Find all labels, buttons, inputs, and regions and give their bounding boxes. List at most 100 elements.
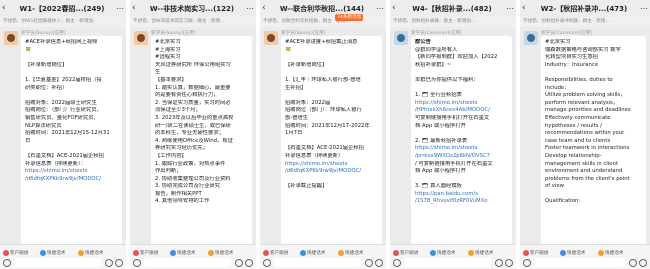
message-input[interactable] — [274, 258, 361, 267]
quick-reply-button[interactable]: 快捷话术 — [170, 248, 195, 257]
message-line: #ACE补录信息+秋招网上视频 — [25, 39, 98, 45]
voice-icon[interactable] — [133, 259, 141, 267]
chat-panel: ‹ W--联合利华秋招...(144) ⋯ 不想错、创联合利华秋招群、群主 · 新增.… — [260, 0, 386, 269]
message-bubble[interactable]: #北京实习 #上海实习 #远程实习 天风证券研究所 环保公用组实习生【基本要求】 1. … — [151, 36, 252, 245]
message-line: include： — [545, 84, 570, 91]
quick-action-label: 客户跟进 — [530, 250, 549, 256]
chat-panel: ‹ W4-【秋招补录...(482) ⋯ 不想错、创秋招补录群：群主 · 新增加...… — [390, 0, 516, 269]
customer-followup-button[interactable]: 客户跟进 — [133, 248, 158, 257]
message-line: 招聘岗位：（部门）行业研究员、 — [25, 107, 102, 114]
message-line: 档 App 或小程序打开 — [415, 122, 466, 129]
plus-icon[interactable] — [505, 259, 513, 267]
quick-reply-button-2[interactable]: 快捷话术 — [598, 248, 623, 257]
message-area[interactable]: 新学员(Sunny)[应用] #北京实习 #上海实习 #远程实习 天风证券研究所 环保公… — [130, 27, 256, 245]
message-line: 【补录新增岗位】 — [25, 61, 68, 68]
input-row — [260, 258, 386, 268]
message-area[interactable]: 新学员(Cameron)[应用] 群公告 @群同学@所有人 【新同学报到群】欢迎加入【… — [390, 27, 516, 245]
emoji-icon[interactable] — [235, 259, 243, 267]
more-options-icon[interactable]: ⋯ — [504, 4, 514, 13]
plus-icon[interactable] — [245, 259, 253, 267]
avatar[interactable] — [524, 31, 538, 45]
message-bubble[interactable]: #ACE补录进度+秋招截止消息 🍀 【补录新增岗位】 1.【汇丰｜环球私人银行部-… — [281, 36, 382, 245]
quick-reply-button-2[interactable]: 快捷话术 — [468, 248, 493, 257]
back-arrow-icon[interactable]: ‹ — [2, 4, 10, 13]
group-notice-bar[interactable]: 不想错、创秋招补录群：群主 · 新增加... — [390, 17, 516, 27]
group-notice-bar[interactable]: 不想错、创W1社招聊群体人：群主 · 新增加... — [0, 17, 126, 27]
quick-reply-button-2[interactable]: 快捷话术 — [208, 248, 233, 257]
quick-reply-button[interactable]: 快捷话术 — [560, 248, 585, 257]
message-line: 【石墨文档】ACE-2021届企秋招 — [25, 152, 104, 159]
message-line: 1. 🗂 全行业秋招表 — [415, 92, 462, 99]
avatar[interactable] — [134, 31, 148, 45]
quick-reply-button-2[interactable]: 快捷话术 — [78, 248, 103, 257]
message-input[interactable] — [534, 258, 625, 267]
message-line: 招聘对象：2022届硕士研究生 — [25, 99, 97, 106]
avatar[interactable] — [264, 31, 278, 45]
message-bubble[interactable]: 群公告 @群同学@所有人 【新同学报到群】欢迎加入【2022 秋招补录群】~ 本群已为… — [411, 36, 512, 245]
more-options-icon[interactable]: ⋯ — [114, 4, 124, 13]
more-options-icon[interactable]: ⋯ — [638, 4, 648, 13]
message-line — [545, 191, 642, 199]
message-bubble[interactable]: #北京实习 瑞森数据策略与咨询部实习 数字 化转型项目实习生急招 Industry：I… — [541, 36, 646, 245]
plus-icon[interactable] — [115, 259, 123, 267]
chat-title: W2-【秋招补录冲...(473) — [540, 4, 628, 13]
customer-icon — [393, 249, 399, 256]
message-area[interactable]: 新学员(Sunny)[应用] #ACE补录进度+秋招截止消息 🍀 【补录新增岗位】 … — [260, 27, 386, 245]
emoji-icon[interactable] — [365, 259, 373, 267]
message-input[interactable] — [404, 258, 491, 267]
bottom-toolbar: 客户跟进 快捷话术 快捷话术 — [260, 244, 386, 269]
quick-action-label: 快捷话术 — [567, 250, 586, 256]
customer-followup-button[interactable]: 客户跟进 — [3, 248, 28, 257]
message-line: 2. 当保证实习质量，实习时间必 — [155, 99, 231, 106]
group-notice-bar[interactable]: 不想错、创联合利华秋招群、群主 · 新增... — [260, 17, 386, 27]
quick-reply-button[interactable]: 快捷话术 — [430, 248, 455, 257]
message-area[interactable]: 新学员(Cameron)[应用] #北京实习 瑞森数据策略与咨询部实习 数字 化转型项… — [520, 27, 650, 245]
message-area[interactable]: 新学员(Sunny)[应用] #ACE补录信息+秋招网上视频 🍀 【补录新增岗位】 … — [0, 27, 126, 245]
bottom-toolbar: 客户跟进 快捷话术 快捷话术 — [390, 244, 516, 269]
back-arrow-icon[interactable]: ‹ — [262, 4, 270, 13]
plus-icon[interactable] — [639, 259, 647, 267]
message-line: 【工作内容】 — [155, 152, 187, 159]
more-options-icon[interactable]: ⋯ — [244, 4, 254, 13]
voice-icon[interactable] — [393, 259, 401, 267]
back-arrow-icon[interactable]: ‹ — [392, 4, 400, 13]
message-line: #北京实习 — [155, 39, 181, 45]
back-arrow-icon[interactable]: ‹ — [132, 4, 140, 13]
voice-icon[interactable] — [523, 259, 531, 267]
emoji-icon[interactable] — [629, 259, 637, 267]
message-line: management skills in client — [545, 160, 618, 167]
quick-action-label: 快捷话术 — [605, 250, 624, 256]
message-input[interactable] — [144, 258, 231, 267]
avatar[interactable] — [4, 31, 18, 45]
emoji-icon[interactable] — [105, 259, 113, 267]
quick-reply-button-2[interactable]: 快捷话术 — [338, 248, 363, 257]
quick-reply-button[interactable]: 快捷话术 — [40, 248, 65, 257]
customer-followup-button[interactable]: 客户跟进 — [523, 248, 548, 257]
back-arrow-icon[interactable]: ‹ — [522, 4, 530, 13]
plus-icon[interactable] — [375, 259, 383, 267]
chat-header: ‹ W2-【秋招补录冲...(473) ⋯ — [520, 0, 650, 17]
message-input[interactable] — [14, 258, 101, 267]
chat-panel: ‹ W2-【秋招补录冲...(473) ⋯ 不想错、创秋招补录冲刺群、群主 · 新增.… — [520, 0, 650, 269]
message-line — [285, 138, 378, 146]
emoji-icon[interactable] — [495, 259, 503, 267]
new-messages-badge[interactable]: 74条新消息 — [335, 14, 364, 21]
quick-reply-icon — [598, 249, 604, 256]
message-bubble[interactable]: #ACE补录信息+秋招网上视频 🍀 【补录新增岗位】 1.【华夏基金】2022届校… — [21, 36, 122, 245]
message-line: problems from the client's point — [545, 175, 630, 182]
bottom-toolbar: 客户跟进 快捷话术 快捷话术 — [520, 244, 650, 269]
quick-reply-button[interactable]: 快捷话术 — [300, 248, 325, 257]
group-notice-bar[interactable]: 不想错、创W非技术岗实习群、群主 · 新增... — [130, 17, 256, 27]
voice-icon[interactable] — [3, 259, 11, 267]
message-line: 瑞森数据策略与咨询部实习 数字 — [545, 46, 621, 53]
quick-reply-icon — [338, 249, 344, 256]
more-options-icon[interactable]: ⋯ — [374, 4, 384, 13]
customer-followup-button[interactable]: 客户跟进 — [393, 248, 418, 257]
customer-followup-button[interactable]: 客户跟进 — [263, 248, 288, 257]
input-row — [0, 258, 126, 268]
message-line: 档 App 或小程序打开 — [415, 168, 466, 175]
group-notice-bar[interactable]: 不想错、创秋招补录冲刺群、群主 · 新增... — [520, 17, 650, 27]
avatar[interactable] — [394, 31, 408, 45]
message-line: 【石墨文档】ACE-2021届企秋招 — [285, 145, 364, 152]
voice-icon[interactable] — [263, 259, 271, 267]
